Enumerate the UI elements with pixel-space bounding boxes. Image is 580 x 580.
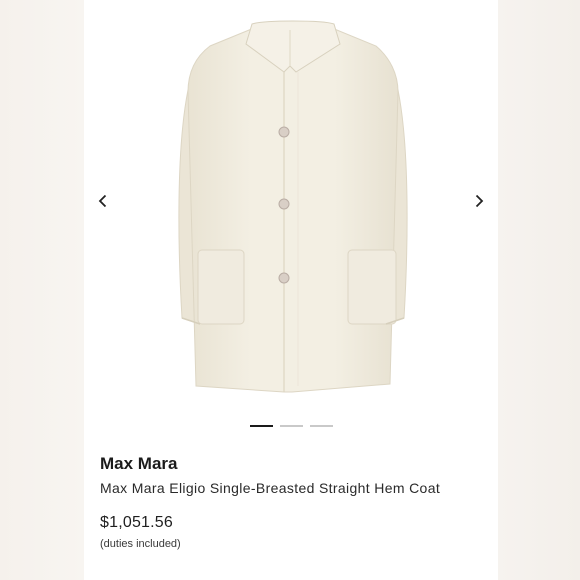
brand-name[interactable]: Max Mara [100,454,177,474]
carousel-pagination [250,425,333,427]
product-card: Max Mara Max Mara Eligio Single-Breasted… [84,0,498,580]
duties-note: (duties included) [100,538,181,550]
next-image-button[interactable] [468,190,490,212]
chevron-left-icon [98,194,107,208]
chevron-right-icon [475,194,484,208]
coat-product-image [178,20,408,393]
right-background-panel [498,0,580,580]
product-price: $1,051.56 [100,514,173,531]
product-image-carousel[interactable] [84,0,498,418]
pagination-dot-3[interactable] [310,425,333,427]
pagination-dot-2[interactable] [280,425,303,427]
product-title: Max Mara Eligio Single-Breasted Straight… [100,480,441,496]
left-background-panel [0,0,84,580]
previous-image-button[interactable] [92,190,114,212]
pagination-dot-1[interactable] [250,425,273,427]
